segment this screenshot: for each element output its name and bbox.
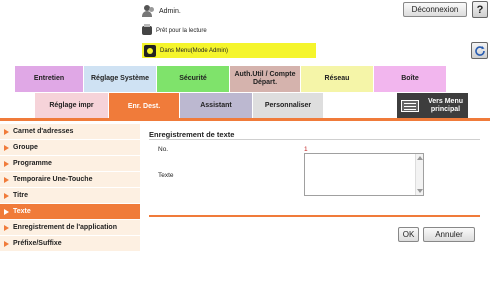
arrow-right-icon <box>4 208 9 215</box>
no-value: 1 <box>304 146 308 153</box>
arrow-right-icon <box>4 160 9 167</box>
title-divider <box>149 139 480 140</box>
tab-assistant[interactable]: Assistant <box>180 93 252 118</box>
scroll-up-icon[interactable] <box>417 156 423 160</box>
left-menu-item-carnet[interactable]: Carnet d'adresses <box>0 124 140 140</box>
left-menu-item-label: Titre <box>13 192 29 199</box>
left-menu-item-label: Texte <box>13 208 31 215</box>
left-menu-item-titre[interactable]: Titre <box>0 188 140 204</box>
device-status: Prêt pour la lecture <box>142 24 207 35</box>
tab-auth-util[interactable]: Auth.Util / Compte Départ. <box>230 66 300 92</box>
tab-entretien[interactable]: Entretien <box>15 66 83 92</box>
texte-label: Texte <box>158 172 174 179</box>
tab-reglage-impr[interactable]: Réglage impr <box>35 93 108 118</box>
left-menu-item-application[interactable]: Enregistrement de l'application <box>0 220 140 236</box>
arrow-right-icon <box>4 128 9 135</box>
admin-users-icon <box>142 4 155 18</box>
ok-button[interactable]: OK <box>398 227 419 242</box>
printer-icon <box>142 24 152 35</box>
arrow-right-icon <box>4 224 9 231</box>
texte-input[interactable] <box>304 153 424 196</box>
admin-user: Admin. <box>142 3 181 19</box>
menu-icon <box>401 99 419 112</box>
arrow-right-icon <box>4 192 9 199</box>
refresh-button[interactable] <box>471 42 488 59</box>
left-menu-item-label: Carnet d'adresses <box>13 128 74 135</box>
arrow-right-icon <box>4 176 9 183</box>
mode-text: Dans Menu(Mode Admin) <box>160 47 229 54</box>
tab-personnaliser[interactable]: Personnaliser <box>253 93 323 118</box>
left-menu-item-label: Préfixe/Suffixe <box>13 240 62 247</box>
status-text: Prêt pour la lecture <box>156 27 207 34</box>
arrow-right-icon <box>4 240 9 247</box>
left-menu-item-label: Programme <box>13 160 52 167</box>
logout-button[interactable]: Déconnexion <box>403 2 467 17</box>
left-menu-item-programme[interactable]: Programme <box>0 156 140 172</box>
left-menu-item-texte[interactable]: Texte <box>0 204 140 220</box>
tab-reseau[interactable]: Réseau <box>301 66 373 92</box>
refresh-icon <box>474 45 485 56</box>
tab-boite[interactable]: Boîte <box>374 66 446 92</box>
admin-label: Admin. <box>159 7 181 15</box>
help-button[interactable]: ? <box>472 1 488 18</box>
left-menu-item-prefixe[interactable]: Préfixe/Suffixe <box>0 236 140 252</box>
no-label: No. <box>158 146 169 153</box>
tab-enr-dest[interactable]: Enr. Dest. <box>109 93 179 119</box>
left-menu-item-label: Enregistrement de l'application <box>13 224 117 231</box>
left-menu-item-label: Groupe <box>13 144 38 151</box>
left-menu-item-temporaire[interactable]: Temporaire Une-Touche <box>0 172 140 188</box>
scroll-down-icon[interactable] <box>417 189 423 193</box>
main-menu-button[interactable]: Vers Menu principal <box>397 93 468 118</box>
arrow-right-icon <box>4 144 9 151</box>
main-menu-label: Vers Menu principal <box>427 97 463 113</box>
texte-scrollbar[interactable] <box>415 154 423 195</box>
left-menu: Carnet d'adresses Groupe Programme Tempo… <box>0 124 140 252</box>
left-menu-item-groupe[interactable]: Groupe <box>0 140 140 156</box>
tab-securite[interactable]: Sécurité <box>157 66 229 92</box>
tab-divider <box>0 118 490 121</box>
mode-bar: Dans Menu(Mode Admin) <box>142 43 316 58</box>
tab-reglage-systeme[interactable]: Réglage Système <box>84 66 156 92</box>
page-title: Enregistrement de texte <box>149 130 235 139</box>
cancel-button[interactable]: Annuler <box>423 227 475 242</box>
left-menu-item-label: Temporaire Une-Touche <box>13 176 93 183</box>
content-divider <box>149 215 480 217</box>
admin-mode-icon <box>144 44 156 57</box>
